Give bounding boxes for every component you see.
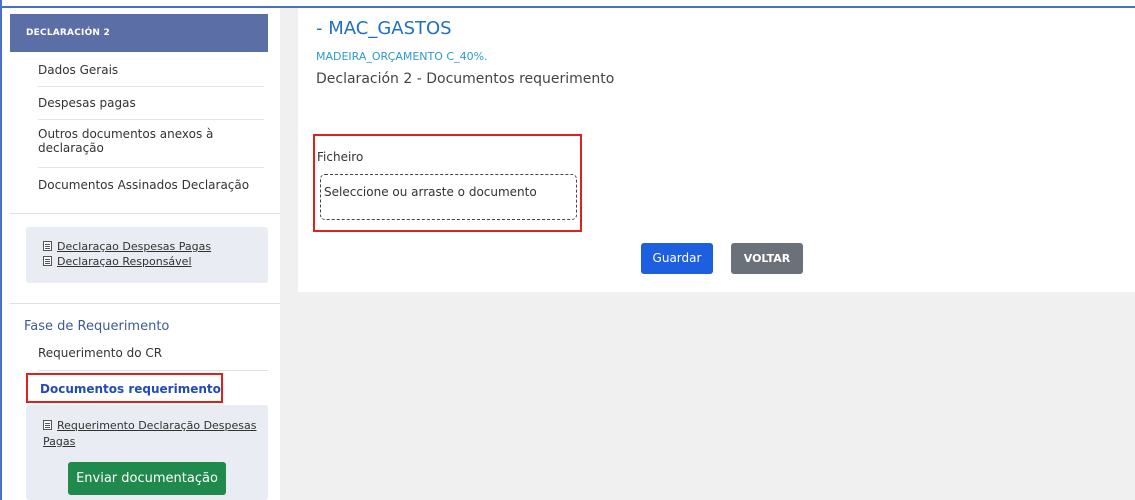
sidebar-item-label: Despesas pagas — [38, 96, 136, 110]
back-button[interactable]: VOLTAR — [731, 243, 803, 274]
document-icon — [43, 241, 52, 251]
send-documentation-button[interactable]: Enviar documentação — [68, 462, 226, 495]
sidebar-divider — [10, 303, 280, 304]
sidebar-item-dados-gerais[interactable]: Dados Gerais — [38, 54, 264, 87]
sidebar-divider — [10, 213, 280, 214]
link-requerimento-declaracao[interactable]: Requerimento Declaração Despesas Pagas — [43, 418, 257, 450]
sidebar-item-documentos-requerimento[interactable]: Documentos requerimento — [26, 373, 223, 403]
section-heading: Declaración 2 - Documentos requerimento — [316, 71, 615, 87]
phase-title: Fase de Requerimento — [24, 319, 170, 334]
main-card: - MAC_GASTOS MADEIRA_ORÇAMENTO C_40%. De… — [298, 8, 1135, 292]
sidebar: DECLARACIÓN 2 Dados Gerais Despesas paga… — [2, 8, 280, 500]
declaration-docs-box: Declaraçao Despesas Pagas Declaraçao Res… — [26, 227, 268, 283]
link-declaracao-responsavel[interactable]: Declaraçao Responsável — [43, 255, 192, 268]
sidebar-item-label: Outros documentos anexos à declaração — [38, 127, 214, 155]
document-icon — [43, 420, 52, 430]
sidebar-item-label: Dados Gerais — [38, 63, 119, 77]
document-icon — [43, 256, 52, 266]
sidebar-header: DECLARACIÓN 2 — [10, 14, 268, 52]
page-title: - MAC_GASTOS — [316, 18, 452, 39]
sidebar-item-label: Documentos Assinados Declaração — [38, 178, 250, 192]
sidebar-divider — [38, 370, 268, 371]
page-subtitle: MADEIRA_ORÇAMENTO C_40%. — [316, 50, 488, 63]
file-field-label: Ficheiro — [317, 150, 364, 164]
sidebar-item-outros-documentos[interactable]: Outros documentos anexos à declaração — [38, 120, 264, 168]
save-button[interactable]: Guardar — [641, 243, 713, 274]
sidebar-item-despesas-pagas[interactable]: Despesas pagas — [38, 87, 264, 120]
file-dropzone[interactable]: Seleccione ou arraste o documento — [320, 174, 577, 220]
sidebar-item-documentos-assinados[interactable]: Documentos Assinados Declaração — [38, 168, 264, 213]
sidebar-item-requerimento-cr[interactable]: Requerimento do CR — [38, 346, 162, 360]
file-upload-highlight: Ficheiro Seleccione ou arraste o documen… — [313, 134, 582, 232]
link-declaracao-despesas-pagas[interactable]: Declaraçao Despesas Pagas — [43, 240, 211, 253]
